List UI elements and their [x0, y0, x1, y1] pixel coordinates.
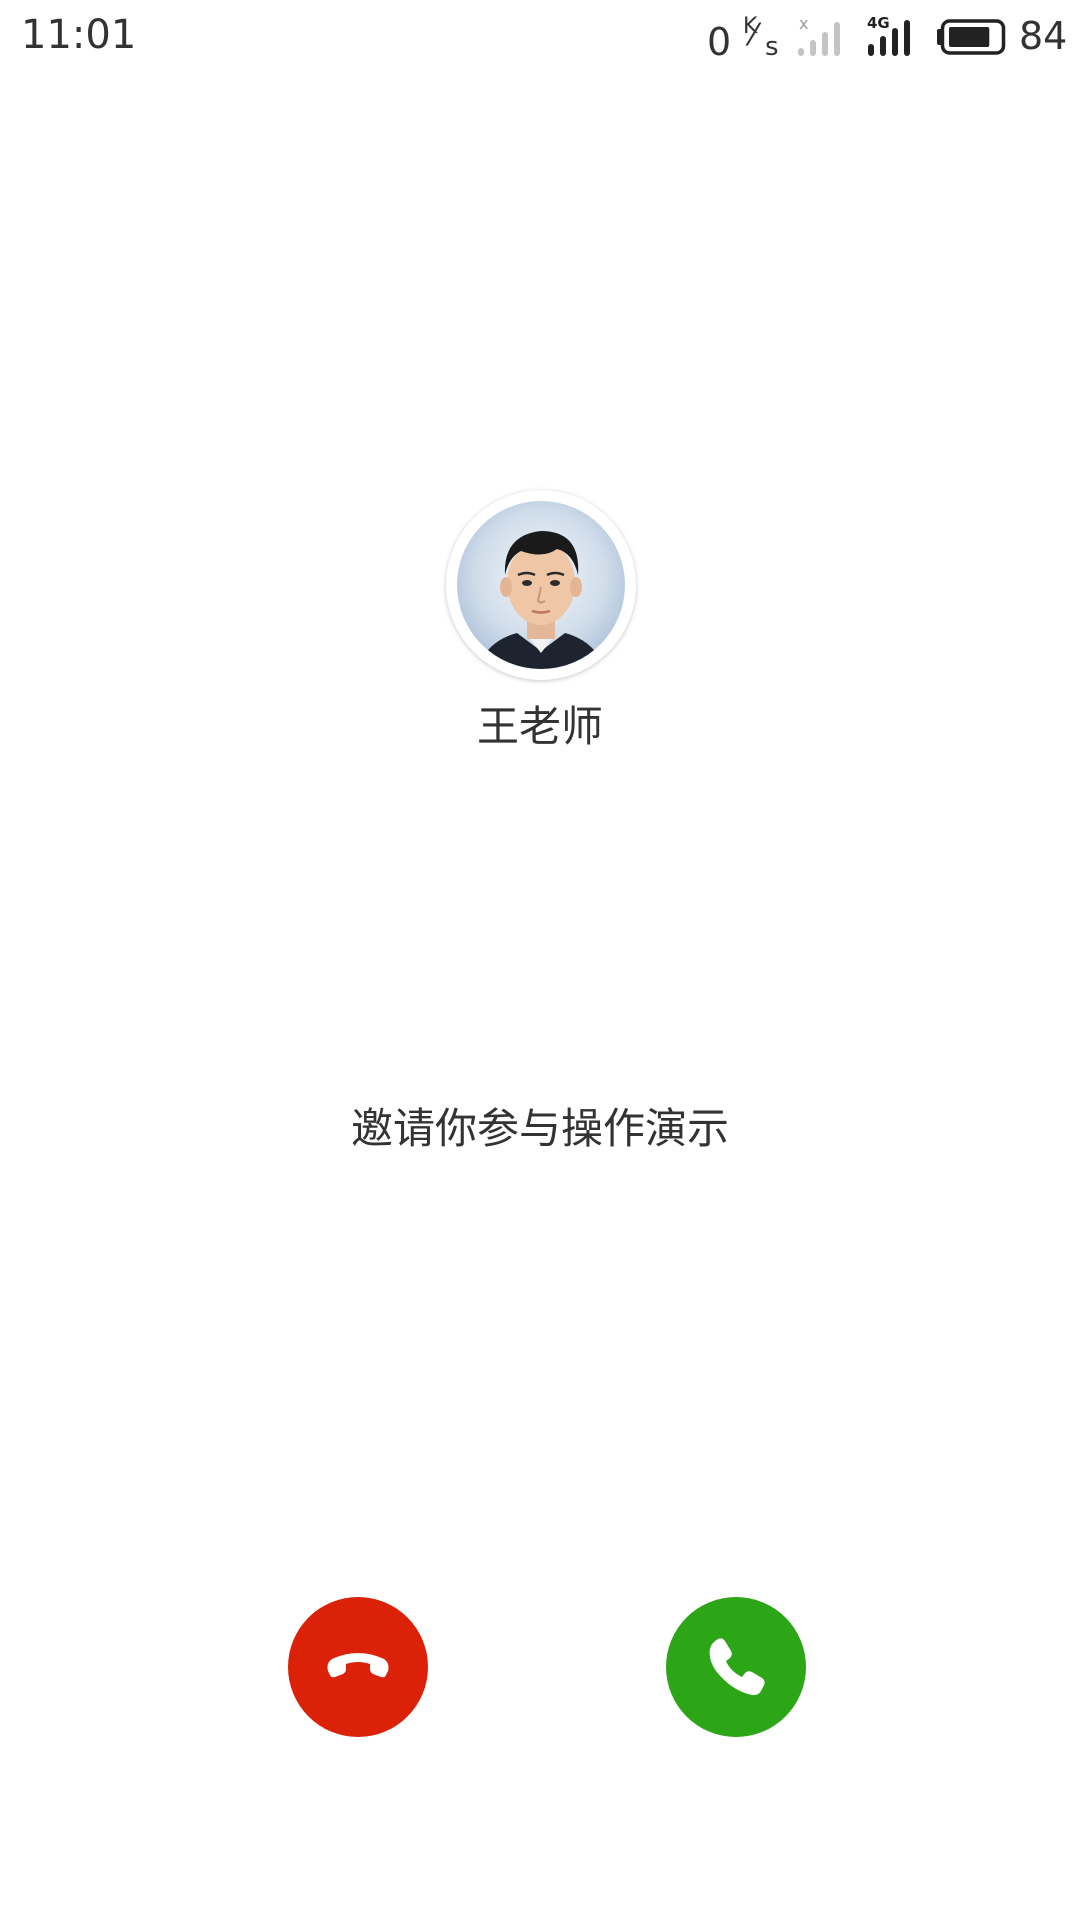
sim2-signal-icon: 4G	[866, 14, 922, 58]
caller-name: 王老师	[476, 702, 603, 751]
battery-icon	[936, 19, 1006, 55]
phone-icon	[709, 1638, 765, 1696]
status-bar: 11:01 0 K ⁄ s x 4G 84	[0, 0, 1080, 76]
call-invitation-message: 邀请你参与操作演示	[350, 1104, 729, 1153]
network-speed-unit-slash: ⁄	[751, 18, 757, 53]
caller-avatar	[446, 490, 636, 680]
network-speed-unit: K ⁄ s	[737, 14, 787, 64]
answer-call-button[interactable]	[666, 1597, 806, 1737]
network-speed-unit-bottom: s	[765, 32, 779, 62]
sim2-network-type: 4G	[867, 14, 890, 32]
hang-up-icon	[327, 1653, 389, 1678]
battery-percentage: 84	[1019, 14, 1068, 58]
network-speed-value: 0	[707, 20, 732, 64]
incoming-call-screen: 11:01 0 K ⁄ s x 4G 84 王老师 邀请你参与操作演示	[0, 0, 1080, 1920]
decline-call-button[interactable]	[288, 1597, 428, 1737]
caller-photo	[457, 501, 625, 669]
sim1-signal-icon: x	[794, 14, 850, 58]
battery-fill	[949, 27, 990, 47]
status-time: 11:01	[21, 12, 137, 58]
sim1-no-service-mark: x	[799, 14, 809, 33]
